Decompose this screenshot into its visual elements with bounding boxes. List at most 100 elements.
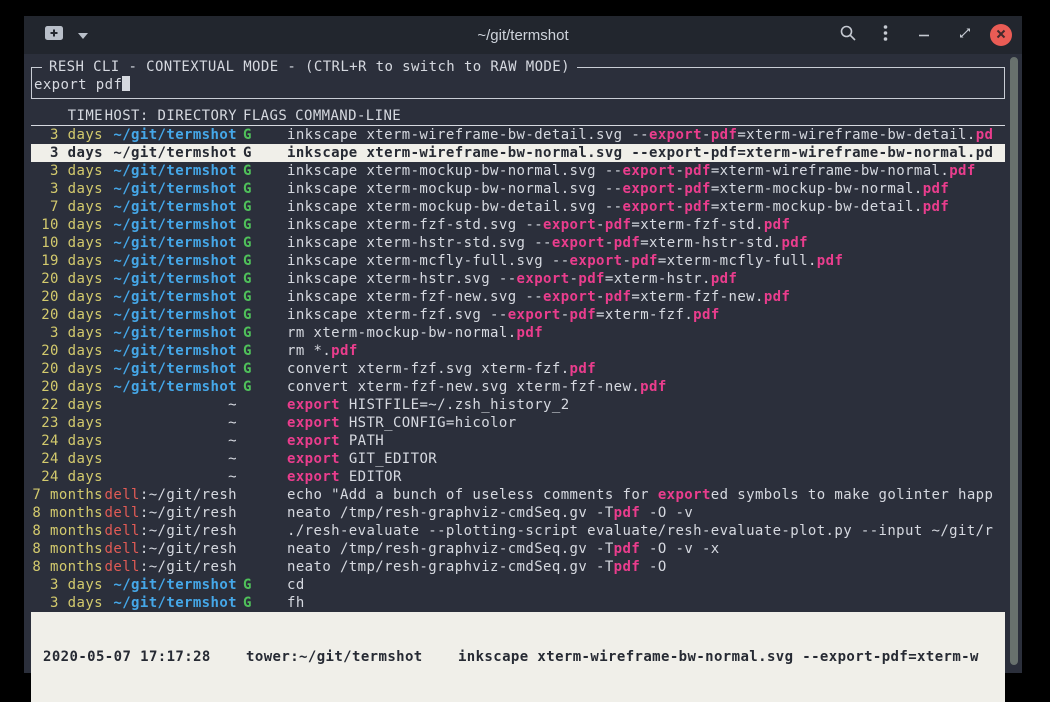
history-row[interactable]: 19 days~/git/termshotGinkscape xterm-mcf… <box>31 252 1005 270</box>
menu-button[interactable] <box>883 24 888 47</box>
chevron-down-icon <box>78 26 88 44</box>
history-row[interactable]: 8 monthsdell:~/git/reshneato /tmp/resh-g… <box>31 504 1005 522</box>
history-row[interactable]: 20 days~/git/termshotGinkscape xterm-fzf… <box>31 306 1005 324</box>
history-row[interactable]: 20 days~/git/termshotGconvert xterm-fzf-… <box>31 378 1005 396</box>
row-host-directory: ~/git/termshot <box>103 594 237 612</box>
search-box-title: RESH CLI - CONTEXTUAL MODE - (CTRL+R to … <box>42 58 577 76</box>
history-row[interactable]: 20 days~/git/termshot Ginkscape xterm-hst… <box>31 270 1005 288</box>
row-time: 7 days <box>31 198 103 216</box>
row-host-directory: ~/git/termshot <box>103 198 237 216</box>
restore-button[interactable] <box>958 26 972 45</box>
minimize-icon <box>918 26 930 44</box>
history-row[interactable]: 23 days~export HSTR_CONFIG=hicolor <box>31 414 1005 432</box>
history-row[interactable]: 3 days~/git/termshotGinkscape xterm-mock… <box>31 180 1005 198</box>
row-command: neato /tmp/resh-graphviz-cmdSeq.gv -Tpdf… <box>287 504 1005 522</box>
row-flags: G <box>243 378 257 396</box>
history-row[interactable]: 24 days~export EDITOR <box>31 468 1005 486</box>
tab-dropdown-button[interactable] <box>78 26 88 44</box>
row-host-directory: ~/git/termshot <box>103 144 237 162</box>
row-host-directory: ~ <box>103 396 237 414</box>
history-row[interactable]: 7 monthsdell:~/git/reshecho "Add a bunch… <box>31 486 1005 504</box>
row-host-directory: ~/git/termshot <box>103 216 237 234</box>
row-time: 3 days <box>31 180 103 198</box>
row-time: 22 days <box>31 396 103 414</box>
history-row[interactable]: 3 days~/git/termshotGcd <box>31 576 1005 594</box>
search-input[interactable]: export pdf <box>34 76 998 95</box>
row-flags: G <box>243 576 257 594</box>
terminal-window: ~/git/termshot <box>24 16 1022 673</box>
row-flags <box>243 558 257 576</box>
history-row[interactable]: 8 monthsdell:~/git/reshneato /tmp/resh-g… <box>31 540 1005 558</box>
row-flags: G <box>243 270 257 288</box>
header-time: TIME <box>31 107 103 125</box>
header-command-line: COMMAND-LINE <box>295 107 401 125</box>
row-command: neato /tmp/resh-graphviz-cmdSeq.gv -Tpdf… <box>287 558 1005 576</box>
scrollbar-thumb[interactable] <box>1010 57 1018 665</box>
history-list: 3 days~/git/termshotGinkscape xterm-wire… <box>31 126 1005 612</box>
history-row[interactable]: 24 days~export GIT_EDITOR <box>31 450 1005 468</box>
row-time: 3 days <box>31 162 103 180</box>
history-row[interactable]: 8 monthsdell:~/git/resh./resh-evaluate -… <box>31 522 1005 540</box>
history-header: TIME HOST: DIRECTORY FLAGS COMMAND-LINE <box>31 107 1005 126</box>
row-time: 3 days <box>31 594 103 612</box>
history-row[interactable]: 3 days~/git/termshotGrm xterm-mockup-bw-… <box>31 324 1005 342</box>
row-command: inkscape xterm-mockup-bw-normal.svg --ex… <box>287 162 1005 180</box>
row-host-directory: ~/git/termshot <box>103 162 237 180</box>
row-flags <box>243 468 257 486</box>
history-row[interactable]: 22 days~export HISTFILE=~/.zsh_history_2 <box>31 396 1005 414</box>
status-line-1: 2020-05-07 17:17:28 tower:~/git/termshot… <box>31 648 1005 666</box>
history-row[interactable]: 10 days~/git/termshotGinkscape xterm-hst… <box>31 234 1005 252</box>
history-row[interactable]: 10 days~/git/termshotGinkscape xterm-fzf… <box>31 216 1005 234</box>
restore-icon <box>958 26 972 45</box>
row-time: 8 months <box>31 504 103 522</box>
row-time: 3 days <box>31 126 103 144</box>
history-row[interactable]: 8 monthsdell:~/git/reshneato /tmp/resh-g… <box>31 558 1005 576</box>
history-row[interactable]: 3 days~/git/termshotGinkscape xterm-wire… <box>31 126 1005 144</box>
search-button[interactable] <box>839 24 857 47</box>
row-command: cd <box>287 576 1005 594</box>
row-flags: G <box>243 144 257 162</box>
row-time: 8 months <box>31 558 103 576</box>
row-host-directory: ~/git/termshot <box>103 270 237 288</box>
row-host-directory: dell:~/git/resh <box>103 486 237 504</box>
row-flags <box>243 432 257 450</box>
history-row[interactable]: 7 days~/git/termshotGinkscape xterm-mock… <box>31 198 1005 216</box>
row-time: 10 days <box>31 234 103 252</box>
close-button[interactable] <box>990 24 1012 46</box>
scrollbar[interactable] <box>1007 54 1021 673</box>
row-host-directory: ~/git/termshot <box>103 126 237 144</box>
new-tab-button[interactable] <box>44 25 64 46</box>
row-time: 8 months <box>31 522 103 540</box>
history-row[interactable]: 3 days~/git/termshotGinkscape xterm-wire… <box>31 144 1005 162</box>
row-time: 8 months <box>31 540 103 558</box>
row-flags <box>243 504 257 522</box>
history-row[interactable]: 20 days~/git/termshotGrm *.pdf <box>31 342 1005 360</box>
history-row[interactable]: 3 days~/git/termshotGinkscape xterm-mock… <box>31 162 1005 180</box>
history-row[interactable]: 24 days~export PATH <box>31 432 1005 450</box>
row-command: export GIT_EDITOR <box>287 450 1005 468</box>
history-row[interactable]: 20 days~/git/termshotGconvert xterm-fzf.… <box>31 360 1005 378</box>
row-time: 3 days <box>31 324 103 342</box>
row-time: 20 days <box>31 270 103 288</box>
row-time: 23 days <box>31 414 103 432</box>
history-row[interactable]: 3 days~/git/termshotGfh <box>31 594 1005 612</box>
row-host-directory: ~/git/termshot <box>103 342 237 360</box>
row-command: convert xterm-fzf-new.svg xterm-fzf-new.… <box>287 378 1005 396</box>
header-flags: FLAGS <box>243 107 287 125</box>
row-flags <box>243 486 257 504</box>
row-host-directory: ~/git/termshot <box>103 252 237 270</box>
row-command: echo "Add a bunch of useless comments fo… <box>287 486 1005 504</box>
new-tab-icon <box>44 25 64 46</box>
row-flags: G <box>243 216 257 234</box>
row-host-directory: ~/git/termshot <box>103 234 237 252</box>
row-flags: G <box>243 234 257 252</box>
row-command: inkscape xterm-hstr.svg --export-pdf=xte… <box>287 270 1005 288</box>
history-row[interactable]: 20 days~/git/termshotGinkscape xterm-fzf… <box>31 288 1005 306</box>
row-flags: G <box>243 288 257 306</box>
row-host-directory: ~/git/termshot <box>103 180 237 198</box>
titlebar: ~/git/termshot <box>24 16 1022 54</box>
row-flags: G <box>243 360 257 378</box>
row-host-directory: ~/git/termshot <box>103 288 237 306</box>
row-host-directory: ~/git/termshot <box>103 576 237 594</box>
minimize-button[interactable] <box>918 26 930 44</box>
